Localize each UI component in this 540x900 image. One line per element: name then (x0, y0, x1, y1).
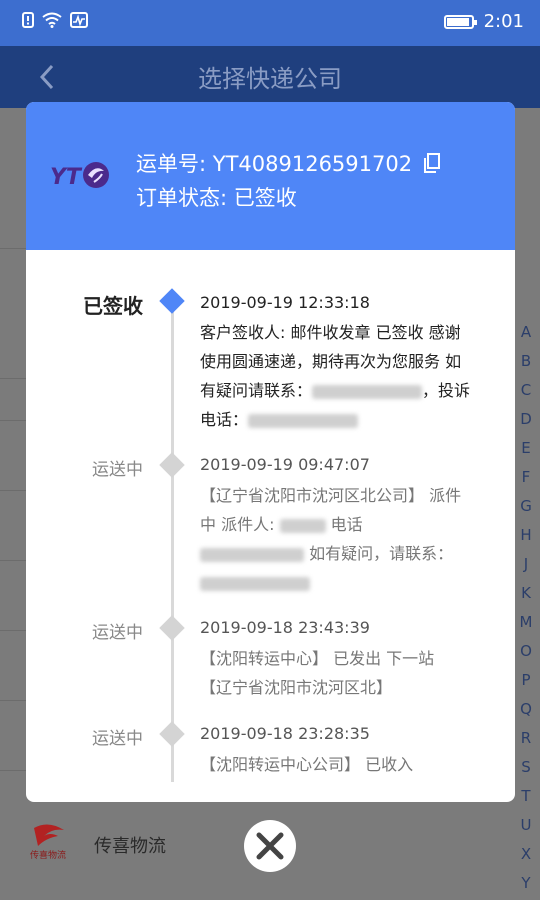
alert-icon (22, 12, 34, 28)
index-letter[interactable]: U (521, 811, 532, 840)
alphabet-index-bar[interactable]: ABCDEFGHJKMOPQRSTUXY (512, 318, 540, 898)
event-description: 【辽宁省沈阳市沈河区北公司】 派件 中 派件人: 电话 如有疑问，请联系： (200, 481, 500, 597)
event-time: 2019-09-18 23:43:39 (200, 618, 370, 637)
index-letter[interactable]: E (521, 434, 530, 463)
battery-icon (443, 14, 477, 29)
index-letter[interactable]: K (521, 579, 531, 608)
event-line: 【沈阳转运中心公司】 已收入 (200, 755, 414, 774)
activity-icon (70, 12, 88, 28)
index-letter[interactable]: H (520, 521, 531, 550)
order-status: 订单状态: 已签收 (136, 186, 297, 210)
wifi-icon (42, 12, 62, 28)
tracking-number: 运单号: YT4089126591702 (136, 152, 413, 176)
redacted-phone (200, 547, 304, 562)
yto-logo: YT (50, 162, 109, 190)
event-line-with-phone: 如有疑问，请联系： (200, 539, 500, 568)
event-line-with-phone: 有疑问请联系： ，投诉 (200, 381, 471, 400)
timeline-node (159, 452, 185, 478)
timeline-line (171, 307, 174, 782)
index-letter[interactable]: S (521, 753, 531, 782)
event-time: 2019-09-19 09:47:07 (200, 455, 370, 474)
tracking-number-row: 运单号: YT4089126591702 (136, 148, 441, 178)
index-letter[interactable]: P (521, 666, 530, 695)
chuanxi-logo-icon: 传喜物流 (30, 824, 66, 861)
index-letter[interactable]: X (521, 840, 531, 869)
timeline-node (159, 721, 185, 747)
page-title: 选择快递公司 (198, 65, 342, 93)
courier-name: 传喜物流 (94, 836, 166, 857)
chuanxi-logo-text: 传喜物流 (30, 849, 66, 861)
event-line: 【辽宁省沈阳市沈河区北】 (200, 678, 393, 697)
event-line: 【辽宁省沈阳市沈河区北公司】 派件 (200, 486, 462, 505)
modal-header: YT 运单号: YT4089126591702 订单状态: 已签收 (26, 102, 515, 250)
redacted-phone (200, 576, 310, 591)
index-letter[interactable]: G (520, 492, 532, 521)
index-letter[interactable]: J (524, 550, 528, 579)
event-description: 【沈阳转运中心公司】 已收入 (200, 750, 500, 779)
index-letter[interactable]: M (520, 608, 533, 637)
event-line-with-name: 中 派件人: 电话 (200, 515, 363, 534)
event-line-with-phone: 电话： (200, 405, 500, 434)
status-bar: 2:01 (0, 0, 540, 46)
timeline-node-current (159, 288, 185, 314)
event-status-label: 运送中 (92, 623, 143, 643)
index-letter[interactable]: D (520, 405, 532, 434)
event-line: 客户签收人: 邮件收发章 已签收 感谢 (200, 323, 461, 342)
index-letter[interactable]: A (521, 318, 531, 347)
timeline-node (159, 615, 185, 641)
index-letter[interactable]: Y (521, 869, 530, 898)
index-letter[interactable]: F (522, 463, 531, 492)
event-status-label: 运送中 (92, 729, 143, 749)
index-letter[interactable]: O (520, 637, 532, 666)
event-line: 使用圆通速递，期待再次为您服务 如 (200, 352, 462, 371)
event-status-label: 运送中 (92, 460, 143, 480)
redacted-phone (312, 384, 423, 399)
event-description: 【沈阳转运中心】 已发出 下一站 【辽宁省沈阳市沈河区北】 (200, 644, 500, 702)
redacted-phone (248, 413, 359, 428)
event-time: 2019-09-18 23:28:35 (200, 724, 370, 743)
event-description: 客户签收人: 邮件收发章 已签收 感谢 使用圆通速递，期待再次为您服务 如 有疑… (200, 318, 500, 434)
index-letter[interactable]: R (521, 724, 531, 753)
copy-icon[interactable] (424, 153, 441, 173)
event-line-with-phone (200, 568, 500, 597)
status-icons-right: 2:01 (443, 11, 524, 32)
index-letter[interactable]: B (521, 347, 531, 376)
event-time: 2019-09-19 12:33:18 (200, 293, 370, 312)
index-letter[interactable]: Q (520, 695, 532, 724)
status-time: 2:01 (483, 11, 524, 32)
redacted-name (279, 518, 326, 533)
tracking-modal: YT 运单号: YT4089126591702 订单状态: 已签收 已签收 20… (26, 102, 515, 802)
event-line: 【沈阳转运中心】 已发出 下一站 (200, 649, 435, 668)
status-icons-left (22, 12, 88, 28)
close-icon (256, 832, 284, 860)
svg-text:YT: YT (50, 165, 83, 190)
event-status-label: 已签收 (83, 294, 143, 318)
index-letter[interactable]: C (521, 376, 531, 405)
index-letter[interactable]: T (521, 782, 530, 811)
close-modal-button[interactable] (244, 820, 296, 872)
